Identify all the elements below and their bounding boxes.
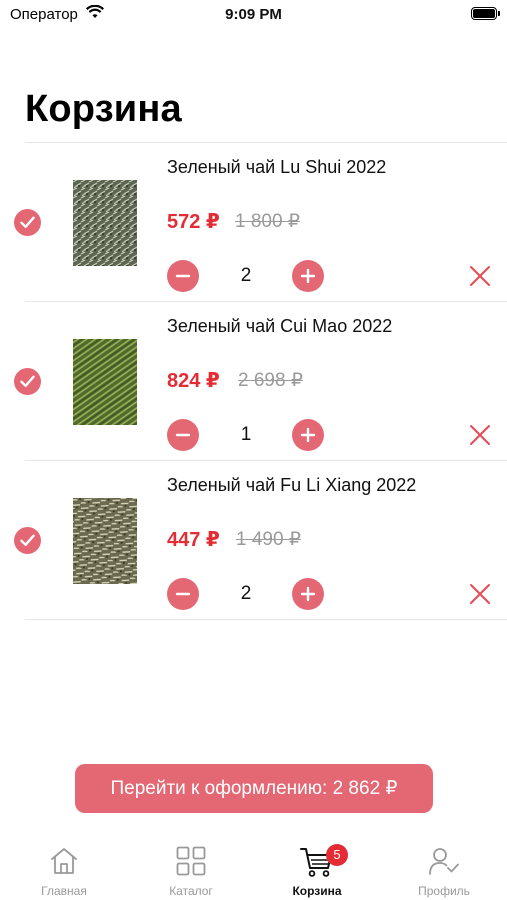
product-price: 824 ₽: [167, 370, 220, 392]
product-old-price: 1 800 ₽: [235, 211, 300, 232]
tab-catalog[interactable]: Каталог: [141, 836, 241, 900]
checkout-button[interactable]: Перейти к оформлению: 2 862 ₽: [75, 764, 433, 813]
remove-item-button[interactable]: [468, 582, 492, 606]
quantity-value: 1: [240, 424, 252, 445]
tab-label: Главная: [41, 884, 87, 898]
increase-quantity-button[interactable]: [292, 419, 324, 451]
tab-cart[interactable]: 5 Корзина: [267, 836, 367, 900]
select-checkbox[interactable]: [14, 527, 41, 554]
tab-bar: Главная Каталог 5 Корзина Профиль: [0, 836, 507, 900]
decrease-quantity-button[interactable]: [167, 419, 199, 451]
profile-icon: [429, 848, 459, 875]
page-title: Корзина: [25, 88, 182, 130]
close-icon: [470, 584, 490, 604]
status-bar: Оператор 9:09 PM: [0, 0, 507, 30]
cart-count-badge: 5: [326, 844, 348, 866]
quantity-value: 2: [240, 583, 252, 604]
home-icon: [51, 848, 77, 874]
product-price: 447 ₽: [167, 529, 220, 551]
product-old-price: 2 698 ₽: [238, 370, 303, 391]
close-icon: [470, 425, 490, 445]
cart-list: Зеленый чай Lu Shui 2022 572 ₽ 1 800 ₽ 2: [0, 143, 507, 620]
product-image[interactable]: [73, 498, 137, 584]
select-checkbox[interactable]: [14, 209, 41, 236]
product-name[interactable]: Зеленый чай Fu Li Xiang 2022: [167, 475, 416, 496]
increase-quantity-button[interactable]: [292, 578, 324, 610]
tab-home[interactable]: Главная: [14, 836, 114, 900]
tab-label: Профиль: [418, 884, 470, 898]
remove-item-button[interactable]: [468, 264, 492, 288]
cart-item: Зеленый чай Lu Shui 2022 572 ₽ 1 800 ₽ 2: [0, 143, 507, 302]
minus-icon: [175, 592, 191, 596]
product-image[interactable]: [73, 339, 137, 425]
plus-icon: [300, 427, 316, 443]
minus-icon: [175, 274, 191, 278]
select-checkbox[interactable]: [14, 368, 41, 395]
divider: [25, 619, 507, 620]
product-price: 572 ₽: [167, 211, 220, 233]
decrease-quantity-button[interactable]: [167, 260, 199, 292]
cart-item: Зеленый чай Fu Li Xiang 2022 447 ₽ 1 490…: [0, 461, 507, 620]
plus-icon: [300, 268, 316, 284]
battery-icon: [471, 7, 500, 20]
cart-item: Зеленый чай Cui Mao 2022 824 ₽ 2 698 ₽ 1: [0, 302, 507, 461]
product-name[interactable]: Зеленый чай Lu Shui 2022: [167, 157, 386, 178]
remove-item-button[interactable]: [468, 423, 492, 447]
grid-icon: [176, 846, 206, 876]
checkmark-icon: [20, 534, 35, 546]
plus-icon: [300, 586, 316, 602]
tab-profile[interactable]: Профиль: [394, 836, 494, 900]
close-icon: [470, 266, 490, 286]
checkmark-icon: [20, 216, 35, 228]
quantity-value: 2: [240, 265, 252, 286]
product-old-price: 1 490 ₽: [236, 529, 301, 550]
clock: 9:09 PM: [225, 6, 282, 23]
product-image[interactable]: [73, 180, 137, 266]
checkmark-icon: [20, 375, 35, 387]
tab-label: Корзина: [292, 884, 342, 898]
product-name[interactable]: Зеленый чай Cui Mao 2022: [167, 316, 392, 337]
minus-icon: [175, 433, 191, 437]
tab-label: Каталог: [169, 884, 213, 898]
increase-quantity-button[interactable]: [292, 260, 324, 292]
decrease-quantity-button[interactable]: [167, 578, 199, 610]
